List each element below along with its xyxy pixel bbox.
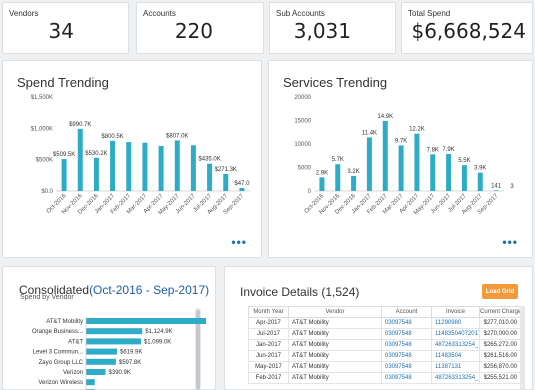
cell-account[interactable]: 03097548 bbox=[381, 317, 432, 329]
column-header-invoice[interactable]: Invoice bbox=[431, 306, 480, 318]
cell-month-year: May-2017 bbox=[248, 361, 289, 373]
table-row[interactable]: May-2017 AT&T Mobility 03097548 11387131 $25… bbox=[248, 361, 521, 373]
data-label: $597.8K bbox=[119, 360, 141, 366]
column-header-vendor[interactable]: Vendor bbox=[288, 306, 382, 318]
cell-current-charges: $277,010.00 bbox=[479, 317, 521, 329]
cell-month-year: Jun-2017 bbox=[248, 350, 289, 362]
cell-vendor: AT&T Mobility bbox=[288, 361, 382, 373]
column-header-current-charges[interactable]: Current Charges bbox=[479, 306, 521, 318]
cell-account[interactable]: 03097548 bbox=[381, 328, 432, 340]
invoice-details-title: Invoice Details (1,524) bbox=[240, 285, 360, 299]
table-row[interactable]: Apr-2017 AT&T Mobility 03097548 11290980 $27… bbox=[248, 317, 521, 329]
cell-vendor: AT&T Mobility bbox=[288, 339, 382, 351]
cell-month-year: Jul-2017 bbox=[248, 328, 289, 340]
cell-current-charges: $255,521.00 bbox=[479, 372, 521, 384]
cell-month-year: Apr-2017 bbox=[248, 317, 289, 329]
cell-invoice[interactable]: 487263313254_... bbox=[431, 339, 480, 351]
table-scrollbar[interactable] bbox=[520, 306, 525, 390]
cell-account[interactable]: 03097548 bbox=[381, 372, 432, 384]
category-label: Orange Business... bbox=[32, 329, 83, 335]
bar bbox=[86, 318, 206, 324]
cell-current-charges: $265,272.00 bbox=[479, 339, 521, 351]
cell-current-charges: $256,870.00 bbox=[479, 361, 521, 373]
category-label: AT&T Mobility bbox=[46, 319, 83, 325]
bar bbox=[86, 348, 117, 355]
data-label: $1,099.0K bbox=[144, 339, 171, 345]
cell-account[interactable]: 03097548 bbox=[381, 339, 432, 351]
category-label: Level 3 Commun... bbox=[33, 350, 84, 356]
invoice-table: Month Year Vendor Account Invoice Curren… bbox=[248, 306, 521, 384]
data-label: $390.9K bbox=[109, 370, 131, 376]
category-label: AT&T bbox=[68, 339, 83, 345]
cell-vendor: AT&T Mobility bbox=[288, 317, 382, 329]
column-header-month-year[interactable]: Month Year bbox=[248, 306, 289, 318]
category-label: Zayo Group LLC bbox=[39, 360, 84, 366]
cell-month-year: Jan-2017 bbox=[248, 339, 289, 351]
cell-invoice[interactable]: 11483504 bbox=[431, 350, 480, 362]
bar bbox=[86, 328, 143, 335]
cell-account[interactable]: 03097548 bbox=[381, 361, 432, 373]
cell-account[interactable]: 03097548 bbox=[381, 350, 432, 362]
cell-month-year: Feb-2017 bbox=[248, 372, 289, 384]
category-label: Verizon Wireless bbox=[38, 380, 83, 386]
table-row[interactable]: Jan-2017 AT&T Mobility 03097548 48726331325… bbox=[248, 339, 521, 351]
table-row[interactable]: Jun-2017 AT&T Mobility 03097548 11483504 $26… bbox=[248, 350, 521, 362]
table-row[interactable]: Feb-2017 AT&T Mobility 03097548 48726331325… bbox=[248, 372, 521, 384]
cell-invoice[interactable]: 487263313254_... bbox=[431, 372, 480, 384]
column-header-account[interactable]: Account bbox=[381, 306, 432, 318]
load-grid-button[interactable]: Load Grid bbox=[482, 284, 518, 299]
cell-current-charges: $261,516.00 bbox=[479, 350, 521, 362]
table-row[interactable]: Jul-2017 AT&T Mobility 03097548 11483504072… bbox=[248, 328, 521, 340]
bar bbox=[86, 379, 95, 386]
data-label: $619.9K bbox=[120, 350, 142, 356]
bar bbox=[86, 338, 141, 345]
data-label: $1,124.9K bbox=[145, 329, 172, 335]
bar bbox=[86, 358, 116, 365]
cell-invoice[interactable]: 11387131 bbox=[431, 361, 480, 373]
cell-current-charges: $270,000.00 bbox=[479, 328, 521, 340]
cell-vendor: AT&T Mobility bbox=[288, 372, 382, 384]
cell-vendor: AT&T Mobility bbox=[288, 350, 382, 362]
cell-invoice[interactable]: 11483504072017 bbox=[431, 328, 480, 340]
bar bbox=[86, 369, 106, 375]
cell-vendor: AT&T Mobility bbox=[288, 328, 382, 340]
category-label: Verizon bbox=[63, 370, 83, 376]
cell-invoice[interactable]: 11290980 bbox=[431, 317, 480, 329]
